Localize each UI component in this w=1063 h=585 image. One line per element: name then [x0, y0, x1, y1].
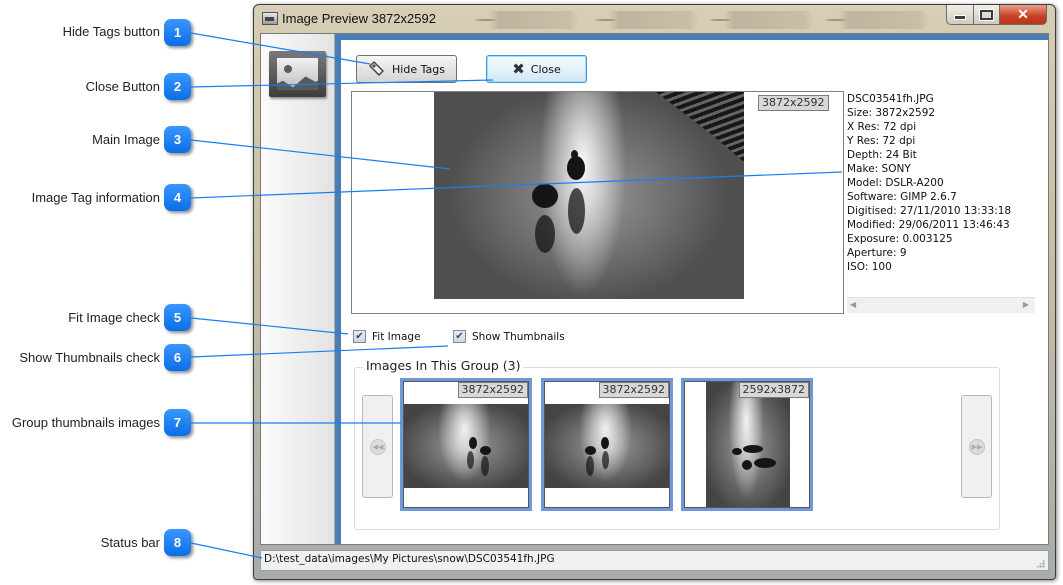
callout-badge-3: 3 [164, 126, 191, 153]
image-icon [269, 51, 326, 97]
callout-label-status-bar: Status bar [100, 535, 160, 550]
show-thumbnails-checkbox[interactable]: ✔ Show Thumbnails [453, 330, 565, 343]
callout-label-close-button: Close Button [85, 79, 160, 94]
callout-badge-1: 1 [164, 19, 191, 46]
tag-modified: Modified: 29/06/2011 13:46:43 [847, 219, 1010, 231]
callout-label-hide-tags: Hide Tags button [62, 24, 160, 39]
sidebar [261, 34, 335, 544]
maximize-button[interactable] [974, 5, 1000, 25]
close-label: Close [530, 62, 561, 76]
rewind-icon: ◀◀ [370, 439, 386, 455]
tag-model: Model: DSLR-A200 [847, 177, 944, 189]
close-button[interactable]: ✖ Close [486, 55, 587, 83]
checkbox-checked-icon[interactable]: ✔ [453, 330, 466, 343]
tag-software: Software: GIMP 2.6.7 [847, 191, 957, 203]
main-panel: Hide Tags ✖ Close 3872x2592 DSC03541fh.J… [335, 34, 1048, 544]
callout-label-main-image: Main Image [92, 132, 160, 147]
thumbnail-1[interactable]: 3872x2592 [400, 378, 532, 511]
window-app-icon [262, 12, 278, 25]
images-in-group: Images In This Group (3) ◀◀ 3872x2592 38… [354, 358, 1000, 530]
fit-image-checkbox[interactable]: ✔ Fit Image [353, 330, 421, 343]
client-area: Hide Tags ✖ Close 3872x2592 DSC03541fh.J… [260, 33, 1049, 545]
main-image-panel: 3872x2592 [351, 91, 844, 314]
window-controls: ✕ [946, 5, 1047, 25]
callout-badge-2: 2 [164, 73, 191, 100]
callout-label-group-thumbnails: Group thumbnails images [11, 415, 160, 430]
tag-digitised: Digitised: 27/11/2010 13:33:18 [847, 205, 1012, 217]
tag-y-res: Y Res: 72 dpi [847, 135, 916, 147]
tags-horizontal-scrollbar[interactable]: ◀ ▶ [847, 297, 1035, 313]
tag-iso: ISO: 100 [847, 261, 892, 273]
callout-badge-7: 7 [164, 409, 191, 436]
tag-depth: Depth: 24 Bit [847, 149, 917, 161]
window-close-button[interactable]: ✕ [1000, 5, 1047, 25]
tag-filename: DSC03541fh.JPG [847, 93, 934, 105]
group-title: Images In This Group (3) [363, 358, 524, 373]
minimize-icon [954, 15, 966, 20]
fast-forward-icon: ▶▶ [969, 439, 985, 455]
window-title: Image Preview 3872x2592 [282, 11, 436, 26]
tag-size: Size: 3872x2592 [847, 107, 936, 119]
callout-label-fit-image: Fit Image check [68, 310, 160, 325]
callout-label-show-thumbnails: Show Thumbnails check [19, 350, 160, 365]
status-bar: D:\test_data\images\My Pictures\snow\DSC… [260, 550, 1049, 571]
show-thumbnails-label: Show Thumbnails [472, 330, 565, 343]
tag-make: Make: SONY [847, 163, 911, 175]
callout-badge-6: 6 [164, 344, 191, 371]
main-image-resolution-tag: 3872x2592 [758, 95, 829, 111]
image-tag-info: DSC03541fh.JPG Size: 3872x2592 X Res: 72… [847, 92, 1031, 316]
fit-image-label: Fit Image [372, 330, 421, 343]
scroll-left-icon[interactable]: ◀ [850, 300, 856, 309]
previous-thumbnails-button[interactable]: ◀◀ [362, 395, 393, 498]
checkbox-checked-icon[interactable]: ✔ [353, 330, 366, 343]
tag-exposure: Exposure: 0.003125 [847, 233, 953, 245]
thumbnail-3[interactable]: 2592x3872 [681, 378, 813, 511]
tag-icon [369, 61, 384, 76]
maximize-icon [979, 8, 994, 21]
hide-tags-label: Hide Tags [392, 62, 445, 76]
main-image[interactable] [434, 92, 744, 299]
close-icon: ✕ [1017, 6, 1029, 22]
next-thumbnails-button[interactable]: ▶▶ [961, 395, 992, 498]
title-bar[interactable]: Image Preview 3872x2592 ✕ [254, 5, 1055, 33]
thumbnail-resolution-tag: 3872x2592 [457, 382, 528, 398]
status-file-path: D:\test_data\images\My Pictures\snow\DSC… [264, 553, 555, 565]
tag-x-res: X Res: 72 dpi [847, 121, 917, 133]
resize-grip[interactable] [1036, 559, 1045, 568]
callout-label-image-tag-info: Image Tag information [31, 190, 160, 205]
callout-badge-5: 5 [164, 304, 191, 331]
tag-aperture: Aperture: 9 [847, 247, 907, 259]
connector-8 [190, 542, 263, 559]
hide-tags-button[interactable]: Hide Tags [356, 55, 457, 83]
callout-badge-4: 4 [164, 184, 191, 211]
thumbnail-resolution-tag: 2592x3872 [738, 382, 809, 398]
thumbnail-resolution-tag: 3872x2592 [598, 382, 669, 398]
minimize-button[interactable] [946, 5, 974, 25]
callout-badge-8: 8 [164, 529, 191, 556]
x-icon: ✖ [512, 60, 525, 78]
image-preview-window: Image Preview 3872x2592 ✕ Hide Tags ✖ Cl… [253, 4, 1056, 580]
thumbnail-2[interactable]: 3872x2592 [541, 378, 673, 511]
scroll-right-icon[interactable]: ▶ [1023, 300, 1029, 309]
